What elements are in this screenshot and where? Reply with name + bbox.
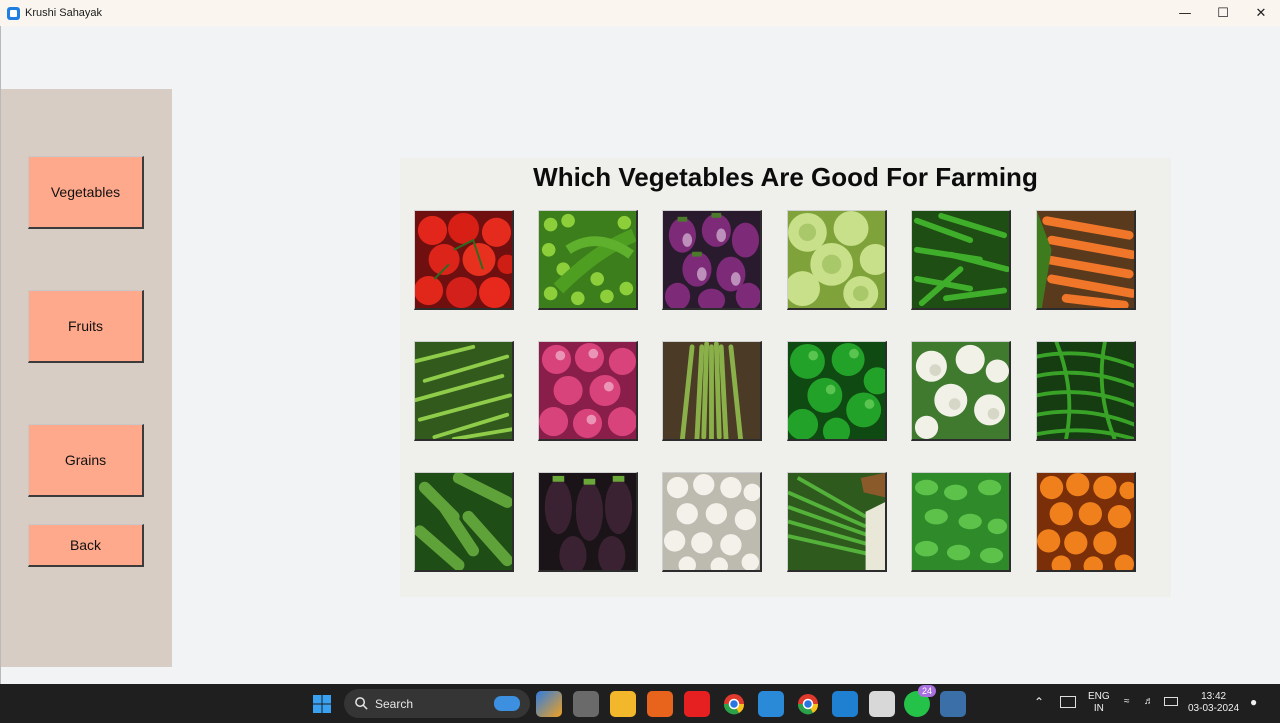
keyboard-icon[interactable] (1060, 696, 1076, 708)
drumstick-image[interactable] (662, 341, 762, 441)
show-hidden-icons[interactable]: ⌃ (1034, 696, 1044, 708)
wifi-icon[interactable]: ≈ (1124, 696, 1130, 708)
vscode-icon[interactable] (832, 691, 858, 717)
okra-image[interactable] (911, 210, 1011, 310)
sidebar: Vegetables Fruits Grains Back (1, 89, 172, 667)
ubuntu-icon[interactable] (647, 691, 673, 717)
copilot-icon[interactable] (536, 691, 562, 717)
battery-icon[interactable] (1164, 697, 1178, 706)
carrot-image[interactable] (1036, 210, 1136, 310)
vegetables-button[interactable]: Vegetables (28, 156, 144, 229)
eggplant-image[interactable] (538, 472, 638, 572)
back-button[interactable]: Back (28, 524, 144, 567)
language-bottom: IN (1093, 703, 1104, 714)
title-bar: Krushi Sahayak — ☐ ✕ (0, 0, 1280, 26)
taskbar: Search 24 ⌃ ENG IN ≈ ♬ 13:42 03-03-2024 … (0, 684, 1280, 723)
green-beans-image[interactable] (414, 341, 514, 441)
chrome-icon[interactable] (721, 691, 747, 717)
grains-button[interactable]: Grains (28, 424, 144, 497)
chrome-profile-icon[interactable] (795, 691, 821, 717)
volume-icon[interactable]: ♬ (1144, 696, 1154, 708)
cauliflower-image[interactable] (911, 341, 1011, 441)
garlic-image[interactable] (662, 472, 762, 572)
spring-onion-image[interactable] (787, 472, 887, 572)
maximize-button[interactable]: ☐ (1204, 0, 1242, 26)
window-title: Krushi Sahayak (25, 7, 103, 19)
youtube-icon[interactable] (684, 691, 710, 717)
windows-icon (313, 695, 331, 713)
python-app-icon[interactable] (940, 691, 966, 717)
notepad-icon[interactable] (758, 691, 784, 717)
notification-bell-icon[interactable]: ● (1250, 696, 1257, 708)
mint-image[interactable] (911, 472, 1011, 572)
green-chilli-image[interactable] (1036, 341, 1136, 441)
language-top: ENG (1088, 691, 1110, 702)
cucumber-image[interactable] (414, 472, 514, 572)
fruits-button[interactable]: Fruits (28, 290, 144, 363)
search-highlight-icon (494, 696, 520, 711)
page-title: Which Vegetables Are Good For Farming (533, 161, 1038, 192)
peas-image[interactable] (538, 210, 638, 310)
close-button[interactable]: ✕ (1242, 0, 1280, 26)
vegetables-panel: Which Vegetables Are Good For Farming (400, 158, 1171, 597)
whatsapp-icon[interactable]: 24 (904, 685, 936, 717)
tomato-image[interactable] (414, 210, 514, 310)
clock[interactable]: 13:42 03-03-2024 (1188, 691, 1239, 715)
task-view-icon[interactable] (573, 691, 599, 717)
search-box[interactable]: Search (344, 689, 530, 718)
minimize-button[interactable]: — (1166, 0, 1204, 26)
search-label: Search (375, 696, 414, 711)
file-explorer-icon[interactable] (610, 691, 636, 717)
cabbage-image[interactable] (787, 210, 887, 310)
pumpkin-image[interactable] (1036, 472, 1136, 572)
start-button[interactable] (309, 691, 335, 717)
brinjal-image[interactable] (662, 210, 762, 310)
whatsapp-badge: 24 (917, 685, 936, 697)
app-icon (7, 6, 20, 20)
onion-image[interactable] (538, 341, 638, 441)
capsicum-image[interactable] (787, 341, 887, 441)
language-indicator[interactable]: ENG IN (1088, 691, 1110, 715)
search-icon (355, 697, 368, 710)
snipping-tool-icon[interactable] (869, 691, 895, 717)
clock-time: 13:42 (1201, 691, 1227, 702)
clock-date: 03-03-2024 (1188, 703, 1240, 714)
